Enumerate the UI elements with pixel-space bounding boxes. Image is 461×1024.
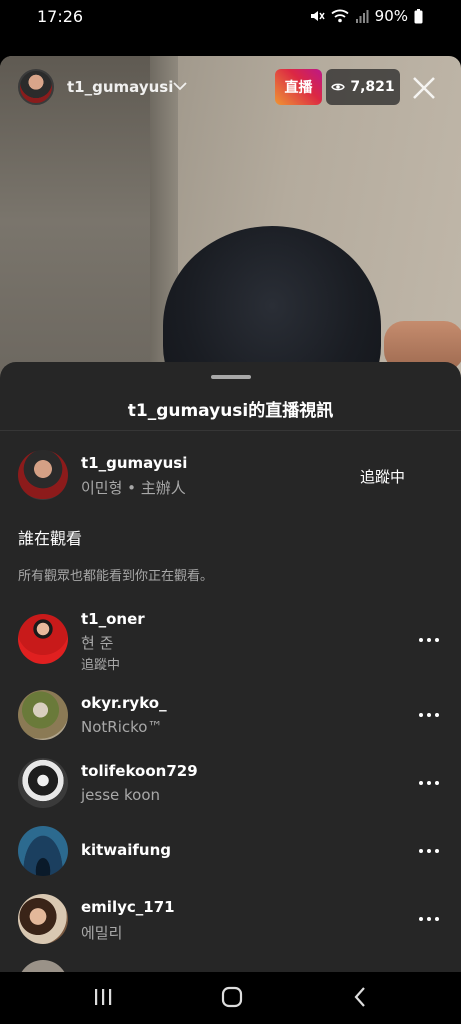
more-horizontal-icon[interactable] (418, 779, 440, 787)
sheet-title: t1_gumayusi的直播視訊 (127, 401, 334, 421)
live-header: t1_gumayusi 直播 7,821 (0, 68, 461, 108)
viewer-avatar[interactable] (18, 758, 68, 808)
status-time: 17:26 (37, 7, 84, 26)
viewer-count-badge[interactable]: 7,821 (326, 69, 400, 105)
viewer-row[interactable]: okyr.ryko_ NotRicko™ (0, 690, 461, 750)
viewer-avatar-partial[interactable] (18, 960, 68, 972)
host-row[interactable]: t1_gumayusi 이민형 • 主辦人 追蹤中 (0, 446, 461, 502)
more-horizontal-icon[interactable] (418, 711, 440, 719)
viewer-avatar[interactable] (18, 614, 68, 664)
status-icons: 90% (309, 7, 423, 25)
viewers-sheet: t1_gumayusi的直播視訊 t1_gumayusi 이민형 • 主辦人 追… (0, 362, 461, 972)
viewer-count: 7,821 (350, 79, 395, 95)
battery-icon (414, 8, 423, 23)
section-title: 誰在觀看 (18, 529, 83, 548)
sheet-grabber[interactable] (211, 375, 251, 379)
system-nav-bar (0, 972, 461, 1024)
viewer-name: NotRicko™ (81, 718, 163, 736)
recents-icon[interactable] (93, 988, 113, 1006)
wifi-icon (331, 9, 349, 23)
viewer-username[interactable]: emilyc_171 (81, 898, 175, 916)
section-description: 所有觀眾也都能看到你正在觀看。 (18, 569, 214, 584)
eye-icon (331, 83, 346, 91)
viewer-name: 현 준 (81, 634, 114, 652)
host-avatar[interactable] (18, 69, 54, 105)
sheet-divider (0, 430, 461, 431)
viewer-username[interactable]: tolifekoon729 (81, 762, 198, 780)
back-icon[interactable] (353, 986, 367, 1008)
viewer-name: jesse koon (81, 786, 161, 804)
signal-icon (355, 10, 369, 23)
host-row-username[interactable]: t1_gumayusi (81, 454, 187, 472)
more-horizontal-icon[interactable] (418, 915, 440, 923)
live-badge: 直播 (275, 69, 322, 105)
viewer-username[interactable]: kitwaifung (81, 841, 171, 859)
viewer-status: 追蹤中 (81, 658, 121, 673)
viewer-row[interactable]: emilyc_171 에밀리 (0, 894, 461, 954)
more-horizontal-icon[interactable] (418, 636, 440, 644)
host-row-subtitle: 이민형 • 主辦人 (81, 479, 186, 497)
host-username[interactable]: t1_gumayusi (67, 78, 173, 96)
viewer-avatar[interactable] (18, 826, 68, 876)
status-bar: 17:26 90% (0, 0, 461, 34)
host-row-avatar[interactable] (18, 450, 68, 500)
mute-icon (310, 11, 325, 21)
viewer-row[interactable]: tolifekoon729 jesse koon (0, 758, 461, 818)
chevron-down-icon[interactable] (172, 80, 188, 92)
close-icon[interactable] (410, 74, 438, 102)
more-horizontal-icon[interactable] (418, 847, 440, 855)
viewer-row[interactable]: kitwaifung (0, 826, 461, 886)
following-button[interactable]: 追蹤中 (360, 466, 405, 487)
viewer-name: 에밀리 (81, 924, 123, 942)
live-badge-label: 直播 (284, 80, 313, 96)
viewer-row[interactable]: t1_oner 현 준 追蹤中 (0, 610, 461, 673)
battery-percent: 90% (374, 7, 408, 25)
home-icon[interactable] (221, 986, 243, 1008)
viewer-username[interactable]: okyr.ryko_ (81, 694, 167, 712)
viewer-username[interactable]: t1_oner (81, 610, 145, 628)
viewer-avatar[interactable] (18, 894, 68, 944)
viewer-avatar[interactable] (18, 690, 68, 740)
